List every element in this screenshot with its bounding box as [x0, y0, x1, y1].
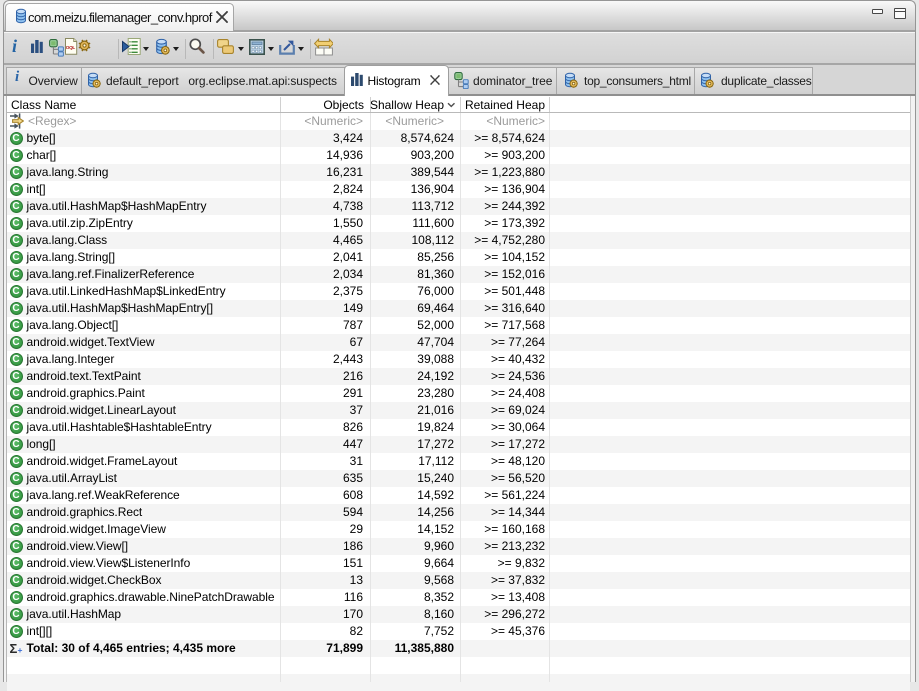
svg-text:OQL: OQL	[66, 45, 76, 50]
